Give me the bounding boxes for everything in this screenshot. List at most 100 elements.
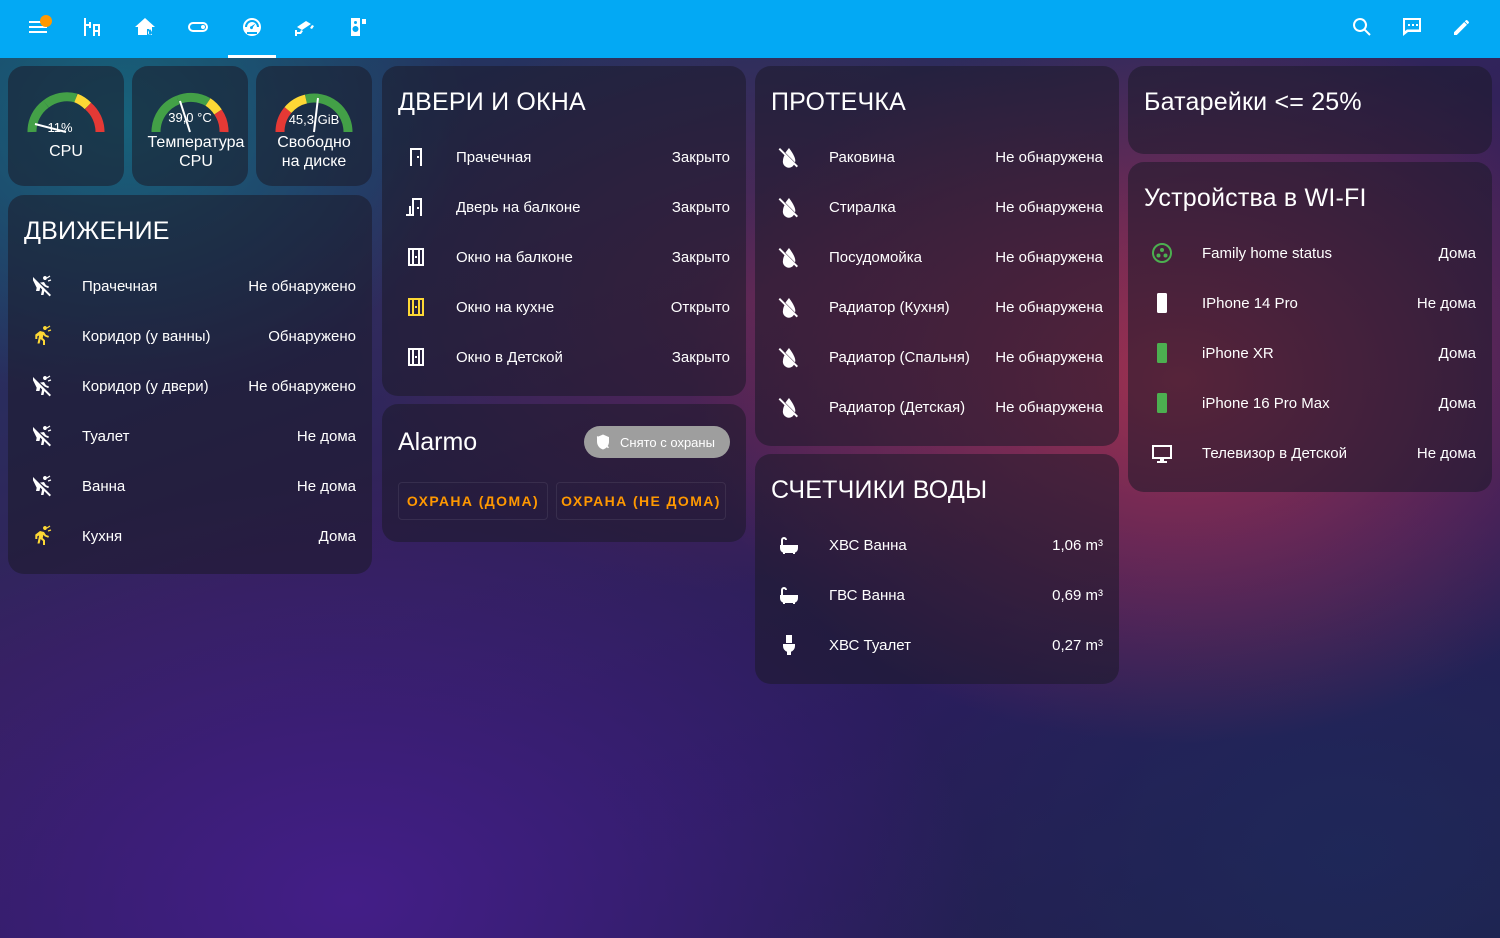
leak-sensor-row[interactable]: Радиатор (Спальня) Не обнаружена [755,332,1119,382]
motion-sensor-row[interactable]: Кухня Дома [8,511,372,561]
gauge-cpu[interactable]: 11% CPU [8,66,124,186]
row-label: Окно в Детской [456,348,563,366]
row-state: Не обнаружена [995,298,1103,316]
row-state: Закрыто [671,348,730,366]
row-label: Радиатор (Детская) [829,398,966,416]
assist-button[interactable] [1392,9,1432,49]
row-label: IPhone 14 Pro [1202,294,1298,312]
gauge-name: CPU [49,143,83,160]
row-label: Прачечная [456,148,532,166]
row-state: Открыто [670,298,730,316]
row-label: Радиатор (Спальня) [829,348,970,366]
row-state: Не дома [296,427,356,445]
row-state: Не дома [1416,294,1476,312]
door-icon [404,145,428,169]
water-off-icon [777,295,801,319]
row-state: Закрыто [671,148,730,166]
leak-sensor-row[interactable]: Радиатор (Детская) Не обнаружена [755,382,1119,432]
floor-plan-icon [80,15,104,44]
row-label: Коридор (у двери) [82,377,209,395]
alarm-state-chip[interactable]: Снято с охраны [584,426,730,458]
motion-off-icon [30,374,54,398]
motion-card: ДВИЖЕНИЕ Прачечная Не обнаружено Коридор (… [8,195,372,574]
tab-media[interactable] [338,9,378,49]
row-state: Обнаружено [268,327,356,345]
home-flood-icon [133,15,157,44]
gauge-dial [275,93,353,133]
search-button[interactable] [1342,9,1382,49]
card-title: ДВЕРИ И ОКНА [398,88,586,116]
row-state: Дома [1438,344,1476,362]
gauge-cpu-temperature[interactable]: 39,0 °C Температура CPU [132,66,248,186]
device-tracker-row[interactable]: Телевизор в Детской Не дома [1128,428,1492,478]
row-label: Туалет [82,427,130,445]
tab-home-flood[interactable] [125,9,165,49]
device-tracker-row[interactable]: iPhone 16 Pro Max Дома [1128,378,1492,428]
phone-icon [1150,391,1174,415]
motion-sensor-row[interactable]: Коридор (у двери) Не обнаружено [8,361,372,411]
row-state: Не обнаружена [995,348,1103,366]
window-icon [404,345,428,369]
doors-windows-card: ДВЕРИ И ОКНА Прачечная Закрыто Дверь на ба… [382,66,746,396]
contact-sensor-row[interactable]: Дверь на балконе Закрыто [382,182,746,232]
contact-sensor-row[interactable]: Окно на кухне Открыто [382,282,746,332]
contact-sensor-row[interactable]: Окно в Детской Закрыто [382,332,746,382]
device-tracker-row[interactable]: IPhone 14 Pro Не дома [1128,278,1492,328]
row-label: Прачечная [82,277,158,295]
row-label: Кухня [82,527,123,545]
row-label: Окно на балконе [456,248,573,266]
leak-sensor-row[interactable]: Радиатор (Кухня) Не обнаружена [755,282,1119,332]
row-label: ГВС Ванна [829,586,905,604]
row-label: ХВС Ванна [829,536,907,554]
row-state: Не обнаружена [995,248,1103,266]
row-label: Дверь на балконе [456,198,581,216]
motion-sensor-row[interactable]: Ванна Не дома [8,461,372,511]
contact-sensor-row[interactable]: Прачечная Закрыто [382,132,746,182]
leak-sensor-row[interactable]: Стиралка Не обнаружена [755,182,1119,232]
water-off-icon [777,195,801,219]
gauge-value: 45,3 GiB [288,112,340,127]
row-state: Закрыто [671,198,730,216]
motion-off-icon [30,424,54,448]
speaker-icon [346,15,370,44]
row-state: 0,69 m³ [1052,586,1103,604]
motion-off-icon [30,474,54,498]
row-label: Радиатор (Кухня) [829,298,950,316]
motion-sensor-row[interactable]: Туалет Не дома [8,411,372,461]
contact-sensor-row[interactable]: Окно на балконе Закрыто [382,232,746,282]
card-title: ДВИЖЕНИЕ [24,217,170,245]
water-off-icon [777,245,801,269]
tab-cameras[interactable] [285,9,325,49]
tv-icon [1150,441,1174,465]
device-tracker-row[interactable]: Family home status Дома [1128,228,1492,278]
gauge-free-disk[interactable]: 45,3 GiB Свободно на диске [256,66,372,186]
window-icon [404,295,428,319]
row-label: Ванна [82,477,126,495]
water-meter-row[interactable]: ХВС Туалет 0,27 m³ [755,620,1119,670]
motion-icon [30,524,54,548]
row-label: Окно на кухне [456,298,555,316]
motion-sensor-row[interactable]: Прачечная Не обнаружено [8,261,372,311]
device-tracker-row[interactable]: iPhone XR Дома [1128,328,1492,378]
water-meter-row[interactable]: ХВС Ванна 1,06 m³ [755,520,1119,570]
bathtub-icon [777,533,801,557]
edit-button[interactable] [1442,9,1482,49]
leak-sensor-row[interactable]: Посудомойка Не обнаружена [755,232,1119,282]
tab-system[interactable] [232,9,272,49]
water-meter-row[interactable]: ГВС Ванна 0,69 m³ [755,570,1119,620]
row-label: iPhone 16 Pro Max [1202,394,1330,412]
search-icon [1350,15,1374,44]
motion-sensor-row[interactable]: Коридор (у ванны) Обнаружено [8,311,372,361]
arm-home-button[interactable]: ОХРАНА (ДОМА) [398,482,548,520]
arm-away-button[interactable]: ОХРАНА (НЕ ДОМА) [556,482,726,520]
tab-toggles[interactable] [178,9,218,49]
row-label: ХВС Туалет [829,636,911,654]
alarmo-card: Alarmo Снято с охраны ОХРАНА (ДОМА) ОХРА… [382,404,746,542]
row-state: Не обнаружена [995,198,1103,216]
leak-sensor-row[interactable]: Раковина Не обнаружена [755,132,1119,182]
row-label: Family home status [1202,244,1333,262]
window-icon [404,245,428,269]
row-state: Дома [1438,244,1476,262]
tab-floor-plan[interactable] [72,9,112,49]
menu-button[interactable] [18,9,58,49]
